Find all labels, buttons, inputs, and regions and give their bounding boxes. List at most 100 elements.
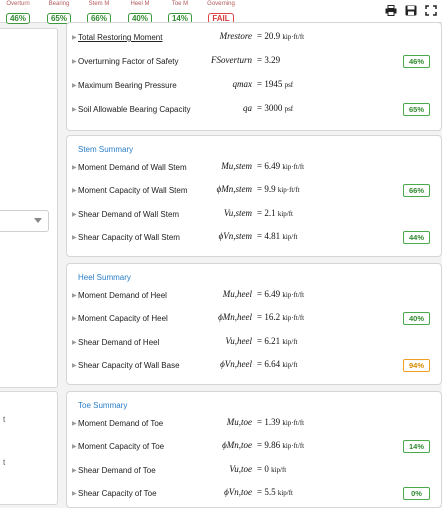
expand-row-icon: ▶ (72, 235, 77, 241)
expand-row-icon: ▶ (72, 421, 77, 427)
row-unit: kip·ft/ft (282, 442, 305, 450)
status-label: Overturn (6, 1, 30, 7)
row-unit: kip·ft/ft (282, 33, 305, 41)
row-unit: psf (284, 81, 294, 89)
result-row[interactable]: ▶ Overturning Factor of Safety FSovertur… (67, 54, 441, 70)
row-symbol: ϕMn,heel (218, 312, 252, 322)
row-formula: Mu,heel = 6.49 kip·ft/ft (179, 289, 409, 299)
result-row[interactable]: ▶ Shear Demand of Wall Stem Vu,stem = 2.1… (67, 207, 441, 223)
overturning-card: ▶ Total Restoring Moment Mrestore = 20.9 … (66, 22, 442, 131)
row-symbol: ϕVn,stem (218, 231, 252, 241)
result-row[interactable]: ▶ Shear Demand of Toe Vu,toe = 0 kip/ft (67, 463, 441, 479)
row-symbol: ϕMn,stem (216, 184, 252, 194)
expand-row-icon: ▶ (72, 212, 77, 218)
row-label: Maximum Bearing Pressure (78, 81, 177, 90)
ratio-badge: 0% (403, 487, 430, 500)
card-title: Toe Summary (78, 401, 128, 410)
status-bar: Overturn 46% Bearing 65% Stem M 66% Heel… (0, 0, 442, 24)
row-symbol: FSoverturn (211, 55, 252, 65)
result-row[interactable]: ▶ Moment Demand of Heel Mu,heel = 6.49 ki… (67, 288, 441, 304)
result-row[interactable]: ▶ Maximum Bearing Pressure qmax = 1945 ps… (67, 78, 441, 94)
row-symbol: Vu,heel (225, 336, 252, 346)
expand-row-icon: ▶ (72, 165, 77, 171)
result-row[interactable]: ▶ Soil Allowable Bearing Capacity qa = 30… (67, 102, 441, 118)
row-formula: ϕVn,stem = 4.81 kip/ft (179, 231, 409, 241)
row-label: Shear Demand of Wall Stem (78, 210, 180, 219)
left-column: t t (0, 22, 58, 505)
ratio-badge: 14% (403, 440, 430, 453)
row-label: Moment Demand of Toe (78, 419, 164, 428)
result-row[interactable]: ▶ Moment Capacity of Heel ϕMn,heel = 16.2… (67, 311, 441, 327)
heel-summary-card: Heel Summary ▶ Moment Demand of Heel Mu,… (66, 263, 442, 385)
row-unit: kip·ft/ft (282, 314, 305, 322)
result-row[interactable]: ▶ Shear Capacity of Wall Stem ϕVn,stem = … (67, 230, 441, 246)
row-label: Overturning Factor of Safety (78, 57, 179, 66)
row-formula: ϕVn,toe = 5.5 kip/ft (179, 487, 409, 497)
row-label: Moment Demand of Heel (78, 291, 167, 300)
expand-row-icon: ▶ (72, 491, 77, 497)
expand-row-icon: ▶ (72, 468, 77, 474)
row-unit: kip/ft (282, 361, 298, 369)
row-value: = 6.49 (257, 289, 281, 299)
row-unit: kip/ft (277, 210, 293, 218)
result-row[interactable]: ▶ Moment Demand of Wall Stem Mu,stem = 6.… (67, 160, 441, 176)
stem-summary-card: Stem Summary ▶ Moment Demand of Wall Ste… (66, 135, 442, 257)
status-label: Bearing (48, 1, 70, 7)
result-row[interactable]: ▶ Moment Capacity of Toe ϕMn,toe = 9.86 k… (67, 439, 441, 455)
expand-row-icon: ▶ (72, 35, 77, 41)
row-symbol: Vu,stem (223, 208, 252, 218)
save-icon[interactable] (405, 5, 417, 16)
result-row[interactable]: ▶ Shear Capacity of Wall Base ϕVn,heel = … (67, 358, 441, 374)
row-formula: ϕVn,heel = 6.64 kip/ft (179, 359, 409, 369)
row-value: = 9.9 (257, 184, 276, 194)
expand-row-icon: ▶ (72, 83, 77, 89)
ratio-badge: 65% (403, 103, 430, 116)
status-label: Stem M (88, 1, 110, 7)
expand-icon[interactable] (425, 5, 437, 16)
row-unit: kip/ft (277, 489, 293, 497)
result-row[interactable]: ▶ Moment Capacity of Wall Stem ϕMn,stem =… (67, 183, 441, 199)
row-label: Moment Capacity of Wall Stem (78, 186, 188, 195)
row-symbol: Mrestore (219, 31, 252, 41)
row-formula: qmax = 1945 psf (179, 79, 409, 89)
result-row[interactable]: ▶ Total Restoring Moment Mrestore = 20.9 … (67, 30, 441, 46)
chevron-down-icon (34, 218, 42, 223)
expand-row-icon: ▶ (72, 340, 77, 346)
expand-row-icon: ▶ (72, 107, 77, 113)
row-symbol: ϕVn,toe (224, 487, 252, 497)
row-value: = 6.49 (257, 161, 281, 171)
row-label: Shear Capacity of Wall Base (78, 361, 180, 370)
row-label: Shear Demand of Toe (78, 466, 156, 475)
row-unit: kip·ft/ft (282, 291, 305, 299)
result-row[interactable]: ▶ Shear Capacity of Toe ϕVn,toe = 5.5 kip… (67, 486, 441, 502)
row-value: = 3.29 (257, 55, 281, 65)
row-formula: Vu,heel = 6.21 kip/ft (179, 336, 409, 346)
row-formula: Mu,toe = 1.39 kip·ft/ft (179, 417, 409, 427)
row-unit: kip/ft (282, 233, 298, 241)
left-panel-label: t (3, 415, 6, 424)
row-value: = 4.81 (257, 231, 281, 241)
row-label: Moment Capacity of Heel (78, 314, 168, 323)
row-unit: kip·ft/ft (277, 186, 300, 194)
ratio-badge: 40% (403, 312, 430, 325)
left-panel-label: t (3, 458, 6, 467)
row-symbol: Vu,toe (229, 464, 252, 474)
row-formula: ϕMn,heel = 16.2 kip·ft/ft (179, 312, 409, 322)
print-icon[interactable] (385, 5, 397, 16)
row-formula: ϕMn,toe = 9.86 kip·ft/ft (179, 440, 409, 450)
status-label: Heel M (130, 1, 150, 7)
row-symbol: Mu,heel (222, 289, 252, 299)
row-unit: kip·ft/ft (282, 419, 305, 427)
row-symbol: Mu,stem (221, 161, 252, 171)
row-formula: Mu,stem = 6.49 kip·ft/ft (179, 161, 409, 171)
row-value: = 9.86 (257, 440, 281, 450)
left-dropdown[interactable] (0, 210, 49, 232)
left-input-panel (0, 28, 58, 388)
result-row[interactable]: ▶ Shear Demand of Heel Vu,heel = 6.21 kip… (67, 335, 441, 351)
result-row[interactable]: ▶ Moment Demand of Toe Mu,toe = 1.39 kip·… (67, 416, 441, 432)
row-value: = 2.1 (257, 208, 276, 218)
row-formula: qa = 3000 psf (179, 103, 409, 113)
row-symbol: qa (243, 103, 252, 113)
row-formula: Vu,stem = 2.1 kip/ft (179, 208, 409, 218)
row-label: Moment Demand of Wall Stem (78, 163, 187, 172)
